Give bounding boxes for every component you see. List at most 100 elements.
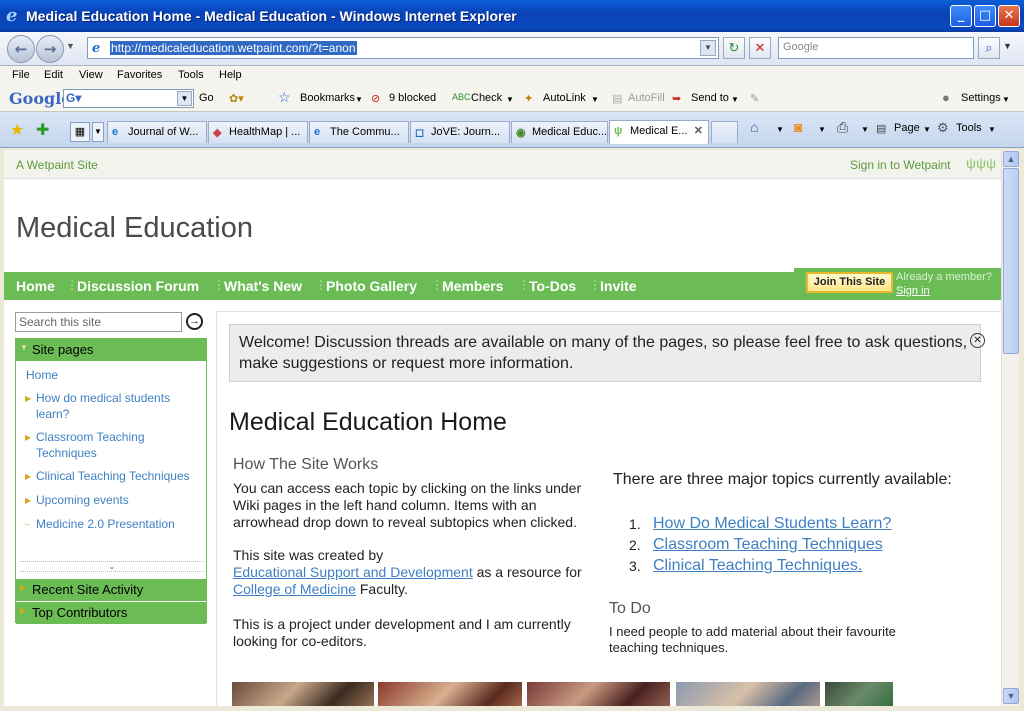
search-options-icon[interactable]: ▼ (1003, 41, 1012, 51)
site-search-input[interactable]: Search this site (15, 312, 182, 332)
sidebar-item-classroom[interactable]: ▶ Classroom Teaching Techniques (25, 429, 204, 461)
tab-healthmap[interactable]: ◆ HealthMap | ... (208, 121, 308, 143)
sidebar-item-how-students-learn[interactable]: ▶ How do medical students learn? (25, 390, 204, 422)
address-dropdown-icon[interactable]: ▼ (700, 40, 716, 56)
menu-favorites[interactable]: Favorites (117, 69, 162, 81)
nav-discussion-forum[interactable]: Discussion Forum (77, 278, 199, 294)
wetpaint-signin-link[interactable]: Sign in to Wetpaint (850, 158, 951, 172)
menu-edit[interactable]: Edit (44, 69, 63, 81)
top-contributors-header[interactable]: ▶ Top Contributors (16, 602, 206, 624)
tab-medical-education-active[interactable]: ψ Medical E... ✕ (609, 120, 709, 144)
tab-list-icon[interactable]: ▼ (92, 122, 104, 142)
vertical-scrollbar[interactable]: ▲ ▼ (1001, 150, 1019, 706)
wetpaint-logo-icon: ψψψ (966, 155, 996, 171)
educational-support-link[interactable]: Educational Support and Development (233, 564, 473, 580)
google-dropdown-icon[interactable]: ▼ (177, 91, 192, 106)
scroll-thumb[interactable] (1003, 168, 1019, 354)
stop-button[interactable]: ✕ (749, 37, 771, 59)
sidebar-resize-handle[interactable]: ⌄ (20, 561, 204, 572)
sidebar-item-upcoming-events[interactable]: ▶ Upcoming events (25, 492, 204, 508)
photo-lecture-2[interactable] (378, 682, 522, 706)
scroll-down-icon[interactable]: ▼ (1003, 688, 1019, 704)
home-dropdown-icon[interactable]: ▼ (776, 125, 784, 134)
sendto-dropdown-icon[interactable]: ▼ (731, 95, 739, 104)
settings-button[interactable]: Settings (961, 92, 1001, 104)
bookmarks-button[interactable]: Bookmarks (300, 92, 355, 104)
window-titlebar[interactable]: e Medical Education Home - Medical Educa… (0, 0, 1024, 32)
sign-in-link[interactable]: Sign in (896, 285, 930, 297)
search-input[interactable]: Google (778, 37, 974, 59)
site-pages-header[interactable]: ▼ Site pages (16, 339, 206, 361)
join-site-button[interactable]: Join This Site (806, 272, 893, 293)
new-tab-button[interactable] (711, 121, 738, 143)
close-tab-icon[interactable]: ✕ (694, 124, 703, 137)
tab-journal[interactable]: e Journal of W... (107, 121, 207, 143)
close-button[interactable]: ✕ (998, 5, 1020, 27)
back-button[interactable]: ← (7, 35, 35, 63)
topic-link-clinical[interactable]: Clinical Teaching Techniques. (653, 556, 862, 576)
close-icon[interactable]: ✕ (970, 333, 985, 348)
page-menu-button[interactable]: Page (894, 122, 920, 134)
photo-lecture-1[interactable] (232, 682, 374, 706)
bookmarks-dropdown-icon[interactable]: ▼ (355, 95, 363, 104)
quick-tabs-icon[interactable]: ▦ (70, 122, 90, 142)
refresh-button[interactable]: ↻ (723, 37, 745, 59)
autofill-button[interactable]: AutoFill (628, 92, 665, 104)
menu-tools[interactable]: Tools (178, 69, 204, 81)
tools-dropdown-icon[interactable]: ▼ (988, 125, 996, 134)
add-favorite-icon[interactable]: ✚ (36, 120, 49, 140)
minimize-button[interactable]: _ (950, 5, 972, 27)
google-go-button[interactable]: Go (199, 92, 214, 104)
photo-student[interactable] (676, 682, 820, 706)
page-icon-menu: ▤ (876, 123, 887, 135)
popup-blocked-count[interactable]: 9 blocked (389, 92, 436, 104)
print-icon[interactable]: ⎙ (837, 119, 848, 136)
autolink-button[interactable]: AutoLink (543, 92, 586, 104)
autolink-icon: ✦ (524, 93, 534, 105)
sidebar-item-home[interactable]: Home (26, 367, 204, 383)
sendto-button[interactable]: Send to (691, 92, 729, 104)
tab-medical-educ[interactable]: ◉ Medical Educ... (511, 121, 608, 143)
search-button[interactable]: ⌕ (978, 37, 1000, 59)
nav-whats-new[interactable]: What's New (224, 278, 302, 294)
autolink-dropdown-icon[interactable]: ▼ (591, 95, 599, 104)
menu-file[interactable]: File (12, 69, 30, 81)
nav-members[interactable]: Members (442, 278, 503, 294)
maximize-button[interactable]: □ (974, 5, 996, 27)
forward-button[interactable]: → (36, 35, 64, 63)
home-icon[interactable]: ⌂ (750, 119, 758, 135)
address-input[interactable]: e http://medicaleducation.wetpaint.com/?… (87, 37, 719, 59)
search-go-icon[interactable]: → (186, 313, 203, 330)
extension-icon[interactable]: ✿▾ (229, 92, 244, 105)
feeds-icon[interactable]: ◙ (794, 119, 802, 135)
topic-link-classroom[interactable]: Classroom Teaching Techniques (653, 535, 883, 555)
print-dropdown-icon[interactable]: ▼ (861, 125, 869, 134)
topic-link-students-learn[interactable]: How Do Medical Students Learn? (653, 514, 891, 534)
nav-photo-gallery[interactable]: Photo Gallery (326, 278, 417, 294)
history-dropdown-icon[interactable]: ▼ (66, 41, 75, 51)
menu-help[interactable]: Help (219, 69, 242, 81)
google-search-input[interactable]: G▾ ▼ (63, 89, 194, 108)
scroll-up-icon[interactable]: ▲ (1003, 151, 1019, 167)
tab-community[interactable]: e The Commu... (309, 121, 409, 143)
tab-jove[interactable]: ◻ JoVE: Journ... (410, 121, 510, 143)
check-dropdown-icon[interactable]: ▼ (506, 95, 514, 104)
check-button[interactable]: Check (471, 92, 502, 104)
tools-menu-button[interactable]: Tools (956, 122, 982, 134)
favorites-star-icon[interactable]: ★ (10, 120, 24, 140)
nav-invite[interactable]: Invite (600, 278, 637, 294)
page-dropdown-icon[interactable]: ▼ (923, 125, 931, 134)
highlighter-icon[interactable]: ✎ (750, 92, 759, 105)
nav-todos[interactable]: To-Dos (529, 278, 576, 294)
photo-board[interactable] (825, 682, 893, 706)
menu-view[interactable]: View (79, 69, 103, 81)
wetpaint-site-link[interactable]: A Wetpaint Site (16, 158, 98, 172)
photo-lecture-3[interactable] (527, 682, 670, 706)
sidebar-item-clinical[interactable]: ▶ Clinical Teaching Techniques (25, 468, 204, 484)
sidebar-item-medicine-2[interactable]: – Medicine 2.0 Presentation (25, 516, 204, 532)
feeds-dropdown-icon[interactable]: ▼ (818, 125, 826, 134)
college-of-medicine-link[interactable]: College of Medicine (233, 581, 356, 597)
recent-activity-header[interactable]: ▶ Recent Site Activity (16, 579, 206, 601)
settings-dropdown-icon[interactable]: ▼ (1002, 95, 1010, 104)
nav-home[interactable]: Home (16, 278, 55, 294)
